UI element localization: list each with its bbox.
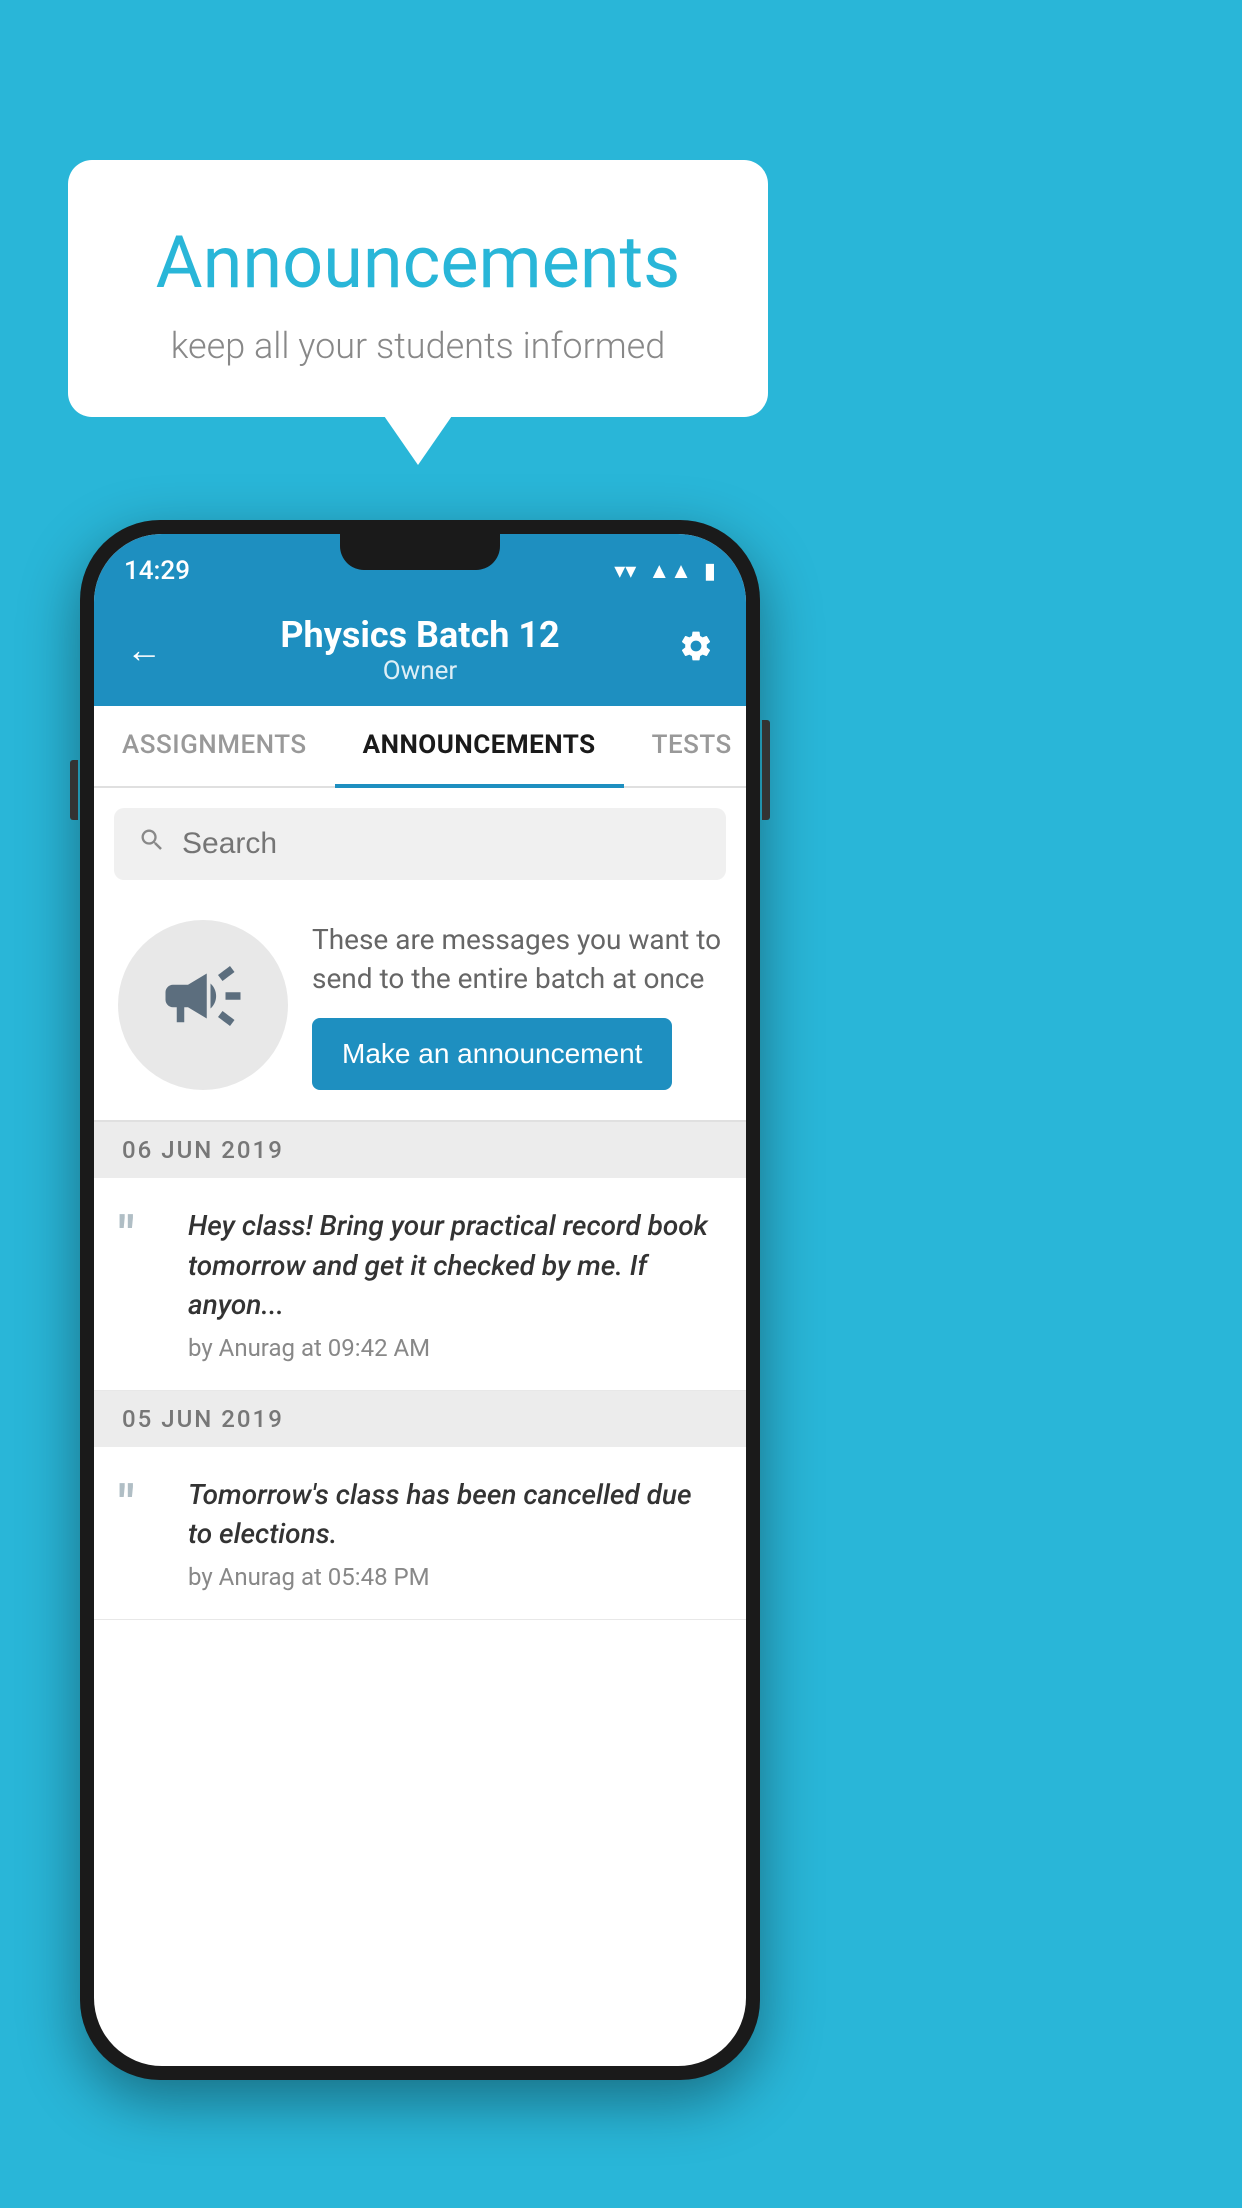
phone-volume-button bbox=[70, 760, 78, 820]
announcement-text-2: Tomorrow's class has been cancelled due … bbox=[188, 1475, 722, 1553]
tab-tests[interactable]: TESTS bbox=[624, 706, 746, 786]
phone-container: 14:29 ▾▾ ▲▲ ▮ ← Physics Batch 12 Owner bbox=[80, 520, 780, 2120]
search-bar[interactable] bbox=[114, 808, 726, 880]
announcement-promo: These are messages you want to send to t… bbox=[94, 900, 746, 1122]
quote-icon-2: " bbox=[118, 1479, 168, 1531]
phone-frame: 14:29 ▾▾ ▲▲ ▮ ← Physics Batch 12 Owner bbox=[80, 520, 760, 2080]
tab-assignments[interactable]: ASSIGNMENTS bbox=[94, 706, 335, 786]
make-announcement-button[interactable]: Make an announcement bbox=[312, 1018, 672, 1090]
wifi-icon: ▾▾ bbox=[614, 559, 636, 584]
tabs-bar: ASSIGNMENTS ANNOUNCEMENTS TESTS bbox=[94, 706, 746, 788]
announcement-content-1: Hey class! Bring your practical record b… bbox=[188, 1206, 722, 1362]
batch-role: Owner bbox=[170, 656, 670, 686]
announcement-meta-2: by Anurag at 05:48 PM bbox=[188, 1563, 722, 1591]
promo-content: These are messages you want to send to t… bbox=[312, 920, 722, 1090]
speech-bubble-title: Announcements bbox=[118, 220, 718, 305]
back-button[interactable]: ← bbox=[118, 621, 170, 679]
speech-bubble-container: Announcements keep all your students inf… bbox=[68, 160, 768, 417]
phone-screen: 14:29 ▾▾ ▲▲ ▮ ← Physics Batch 12 Owner bbox=[94, 534, 746, 2066]
search-input[interactable] bbox=[182, 827, 702, 861]
speech-bubble: Announcements keep all your students inf… bbox=[68, 160, 768, 417]
phone-notch bbox=[340, 534, 500, 570]
speech-bubble-subtitle: keep all your students informed bbox=[118, 325, 718, 367]
quote-icon-1: " bbox=[118, 1210, 168, 1262]
megaphone-icon bbox=[158, 951, 248, 1059]
tab-announcements[interactable]: ANNOUNCEMENTS bbox=[335, 706, 624, 788]
promo-icon-circle bbox=[118, 920, 288, 1090]
status-time: 14:29 bbox=[124, 556, 190, 586]
signal-icon: ▲▲ bbox=[648, 558, 692, 584]
content-area: These are messages you want to send to t… bbox=[94, 788, 746, 1620]
announcement-text-1: Hey class! Bring your practical record b… bbox=[188, 1206, 722, 1324]
status-icons: ▾▾ ▲▲ ▮ bbox=[614, 558, 716, 584]
phone-power-button bbox=[762, 720, 770, 820]
header-title-block: Physics Batch 12 Owner bbox=[170, 614, 670, 686]
app-header: ← Physics Batch 12 Owner bbox=[94, 598, 746, 706]
background: Announcements keep all your students inf… bbox=[0, 0, 1242, 2208]
announcement-item-1[interactable]: " Hey class! Bring your practical record… bbox=[94, 1178, 746, 1391]
promo-description: These are messages you want to send to t… bbox=[312, 920, 722, 998]
announcement-content-2: Tomorrow's class has been cancelled due … bbox=[188, 1475, 722, 1591]
settings-button[interactable] bbox=[670, 620, 722, 681]
batch-name: Physics Batch 12 bbox=[170, 614, 670, 656]
date-divider-1: 06 JUN 2019 bbox=[94, 1122, 746, 1178]
battery-icon: ▮ bbox=[704, 559, 716, 584]
announcement-meta-1: by Anurag at 09:42 AM bbox=[188, 1334, 722, 1362]
announcement-item-2[interactable]: " Tomorrow's class has been cancelled du… bbox=[94, 1447, 746, 1620]
date-divider-2: 05 JUN 2019 bbox=[94, 1391, 746, 1447]
search-icon bbox=[138, 826, 166, 862]
